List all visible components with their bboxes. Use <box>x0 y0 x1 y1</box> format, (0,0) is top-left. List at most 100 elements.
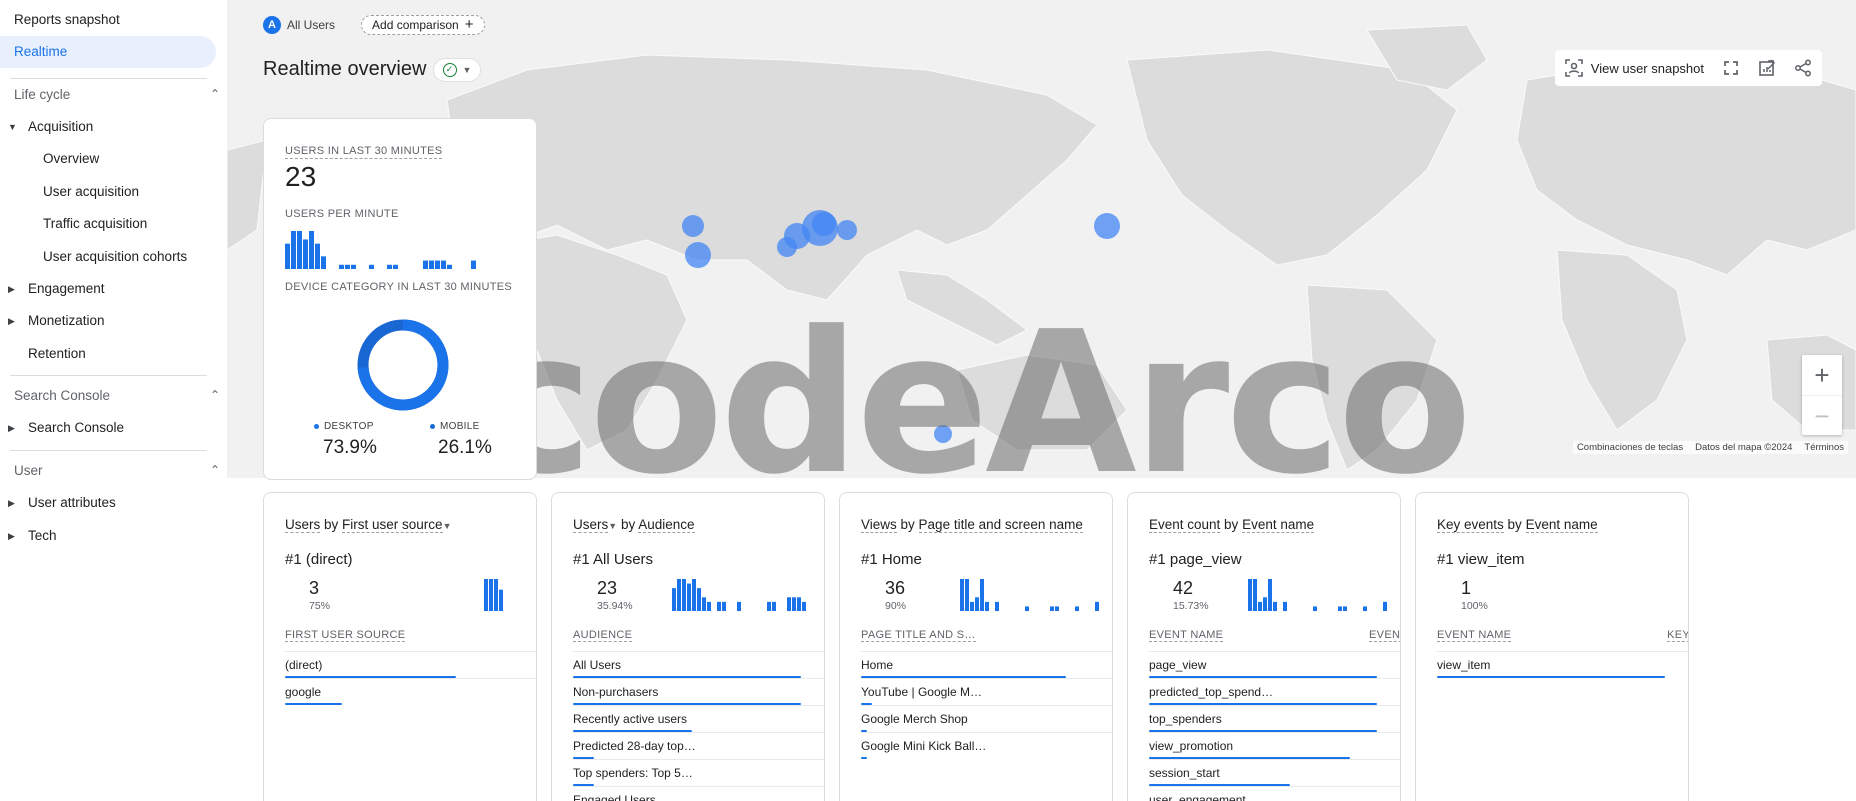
table-row[interactable]: All Users23 <box>573 651 824 678</box>
sparkline-bar <box>1248 579 1252 611</box>
chevron-up-icon: ⌃ <box>209 463 220 477</box>
check-circle-icon: ✓ <box>442 63 457 77</box>
sidebar-item-label: Monetization <box>28 313 105 328</box>
zoom-out-button[interactable]: − <box>1802 395 1842 435</box>
card-metric-selector[interactable]: Key events <box>1437 517 1504 533</box>
sparkline-bar <box>980 579 984 611</box>
sidebar-item-traffic-acquisition[interactable]: Traffic acquisition <box>43 216 147 231</box>
table-row[interactable]: session_start26 <box>1149 759 1400 786</box>
sidebar-item-user-acquisition-cohorts[interactable]: User acquisition cohorts <box>43 249 187 264</box>
desktop-legend: DESKTOP <box>314 421 374 432</box>
card-col-metric[interactable]: KEY EVENTS <box>1667 629 1688 642</box>
table-row[interactable]: Predicted 28-day top…2 <box>573 732 824 759</box>
card-col-dimension[interactable]: FIRST USER SOURCE <box>285 629 406 642</box>
sidebar-section-lifecycle[interactable]: Life cycle ⌃ <box>14 87 220 102</box>
card-dimension-selector[interactable]: Event name <box>1242 517 1315 533</box>
device-donut-chart[interactable] <box>353 315 453 415</box>
card-sparkline[interactable] <box>1536 575 1676 611</box>
map-data-credit: Datos del mapa ©2024 <box>1695 442 1793 453</box>
title-status-dropdown[interactable]: ✓ ▼ <box>433 58 481 82</box>
upm-bar <box>321 256 326 269</box>
card-col-metric[interactable]: EVENT COUNT <box>1369 629 1400 642</box>
table-row[interactable]: Google Merch Shop1 <box>861 705 1112 732</box>
sparkline-bar <box>692 579 696 611</box>
card-metric-selector[interactable]: Users <box>285 517 321 533</box>
row-label: Home <box>861 658 894 672</box>
sidebar-item-engagement[interactable]: ▶ Engagement <box>8 281 105 296</box>
table-row[interactable]: view_item1 <box>1437 651 1688 678</box>
card-top-value: 3 <box>309 578 320 598</box>
caret-down-icon: ▼ <box>442 521 452 531</box>
segment-label[interactable]: All Users <box>287 18 335 32</box>
card-top-value: 23 <box>597 578 618 598</box>
card-col-dimension[interactable]: EVENT NAME <box>1149 629 1224 642</box>
upm-bar <box>303 239 308 269</box>
sidebar-item-acquisition[interactable]: ▼ Acquisition <box>8 119 93 134</box>
card-sparkline[interactable] <box>384 575 524 611</box>
triangle-right-icon: ▶ <box>8 284 15 294</box>
terms-link[interactable]: Términos <box>1804 442 1844 453</box>
sidebar-item-monetization[interactable]: ▶ Monetization <box>8 313 105 328</box>
table-row[interactable]: google1 <box>285 678 536 705</box>
sidebar-section-search-console[interactable]: Search Console ⌃ <box>14 388 220 403</box>
row-label: top_spenders <box>1149 712 1222 726</box>
table-row[interactable]: Recently active users12 <box>573 705 824 732</box>
table-row[interactable]: (direct)3 <box>285 651 536 678</box>
share-icon[interactable] <box>1794 59 1812 77</box>
sidebar-item-tech[interactable]: ▶ Tech <box>8 528 57 543</box>
table-row[interactable]: user_engagement20 <box>1149 786 1400 801</box>
table-row[interactable]: Top spenders: Top 5…2 <box>573 759 824 786</box>
sidebar-item-retention[interactable]: Retention <box>28 346 86 361</box>
desktop-label: DESKTOP <box>324 421 374 432</box>
zoom-in-button[interactable]: + <box>1802 355 1842 395</box>
card-metric-selector[interactable]: Users <box>573 517 609 533</box>
table-row[interactable]: top_spenders42 <box>1149 705 1400 732</box>
sidebar-item-user-acquisition[interactable]: User acquisition <box>43 184 139 199</box>
users-per-minute-chart[interactable] <box>285 229 485 269</box>
card-sparkline[interactable] <box>960 575 1100 611</box>
card-title: Users▼ by Audience <box>573 517 695 533</box>
fullscreen-icon[interactable] <box>1722 59 1740 77</box>
customize-report-icon[interactable] <box>1758 59 1776 77</box>
card-col-dimension[interactable]: AUDIENCE <box>573 629 633 642</box>
table-row[interactable]: Google Mini Kick Ball…1 <box>861 732 1112 759</box>
realtime-kpi-card: USERS IN LAST 30 MINUTES 23 USERS PER MI… <box>263 118 537 480</box>
segment-avatar[interactable]: A <box>263 16 281 34</box>
card-metric-selector[interactable]: Event count <box>1149 517 1221 533</box>
sidebar-item-search-console[interactable]: ▶ Search Console <box>8 420 124 435</box>
users-30min-caption[interactable]: USERS IN LAST 30 MINUTES <box>285 145 443 159</box>
card-sparkline[interactable] <box>672 575 812 611</box>
sidebar-section-user[interactable]: User ⌃ <box>14 463 220 478</box>
sparkline-bar <box>772 601 776 611</box>
sidebar-item-reports-snapshot[interactable]: Reports snapshot <box>14 12 120 27</box>
table-row[interactable]: Engaged Users1 <box>573 786 824 801</box>
keyboard-shortcuts-link[interactable]: Combinaciones de teclas <box>1577 442 1683 453</box>
sidebar-divider <box>10 450 207 451</box>
card-dimension-selector[interactable]: Audience <box>638 517 695 533</box>
sparkline-bar <box>792 597 796 611</box>
realtime-card-4: Key events by Event name #1 view_item 1 100… <box>1415 492 1689 801</box>
view-user-snapshot-button[interactable]: View user snapshot <box>1564 59 1704 77</box>
card-dimension-selector[interactable]: First user source <box>342 517 443 533</box>
card-col-dimension[interactable]: EVENT NAME <box>1437 629 1512 642</box>
table-row[interactable]: predicted_top_spend…42 <box>1149 678 1400 705</box>
table-row[interactable]: view_promotion37 <box>1149 732 1400 759</box>
add-comparison-button[interactable]: Add comparison + <box>361 15 485 35</box>
card-sparkline[interactable] <box>1248 575 1388 611</box>
sidebar-item-realtime[interactable]: Realtime <box>0 36 216 68</box>
card-col-dimension[interactable]: PAGE TITLE AND S… <box>861 629 976 642</box>
triangle-right-icon: ▶ <box>8 423 15 433</box>
sparkline-bar <box>499 589 503 611</box>
row-label: Google Mini Kick Ball… <box>861 739 987 753</box>
table-row[interactable]: Home36 <box>861 651 1112 678</box>
card-dimension-selector[interactable]: Event name <box>1525 517 1598 533</box>
table-row[interactable]: YouTube | Google M…2 <box>861 678 1112 705</box>
table-row[interactable]: Non-purchasers23 <box>573 678 824 705</box>
table-row[interactable]: page_view42 <box>1149 651 1400 678</box>
sidebar-item-overview[interactable]: Overview <box>43 151 99 166</box>
card-metric-selector[interactable]: Views <box>861 517 897 533</box>
card-top-percent: 35.94% <box>597 600 633 612</box>
sidebar-item-user-attributes[interactable]: ▶ User attributes <box>8 495 116 510</box>
card-dimension-selector[interactable]: Page title and screen name <box>918 517 1083 533</box>
upm-bar <box>429 260 434 269</box>
